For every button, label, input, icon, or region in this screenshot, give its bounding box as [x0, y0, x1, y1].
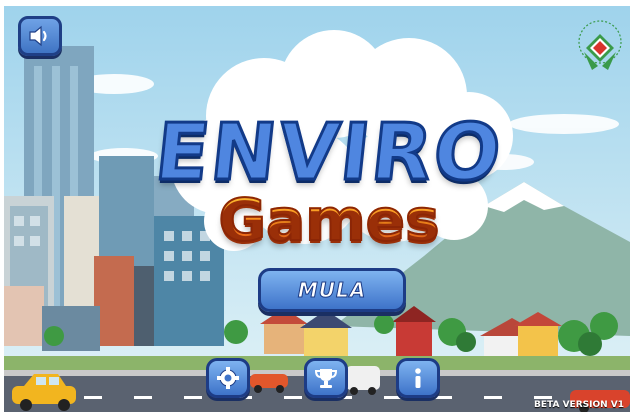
title-main-text: ENVIRO: [150, 107, 509, 200]
title-sub-text: Games: [154, 185, 504, 255]
sound-toggle-button[interactable]: [18, 16, 62, 56]
info-icon: [415, 368, 421, 388]
trophy-button[interactable]: [304, 358, 348, 398]
start-button-label: MULA: [297, 278, 367, 303]
version-label: BETA VERSION V1: [534, 400, 624, 410]
gear-icon: [217, 367, 239, 389]
settings-button[interactable]: [206, 358, 250, 398]
trophy-icon: [314, 369, 338, 388]
start-button[interactable]: MULA: [258, 268, 406, 312]
environment-logo-badge: [578, 20, 622, 70]
game-title: ENVIRO Games: [150, 46, 509, 276]
speaker-icon: [29, 25, 47, 47]
game-scene: ENVIRO Games MULA BETA VERSION V1: [4, 6, 630, 412]
info-button[interactable]: [396, 358, 440, 398]
